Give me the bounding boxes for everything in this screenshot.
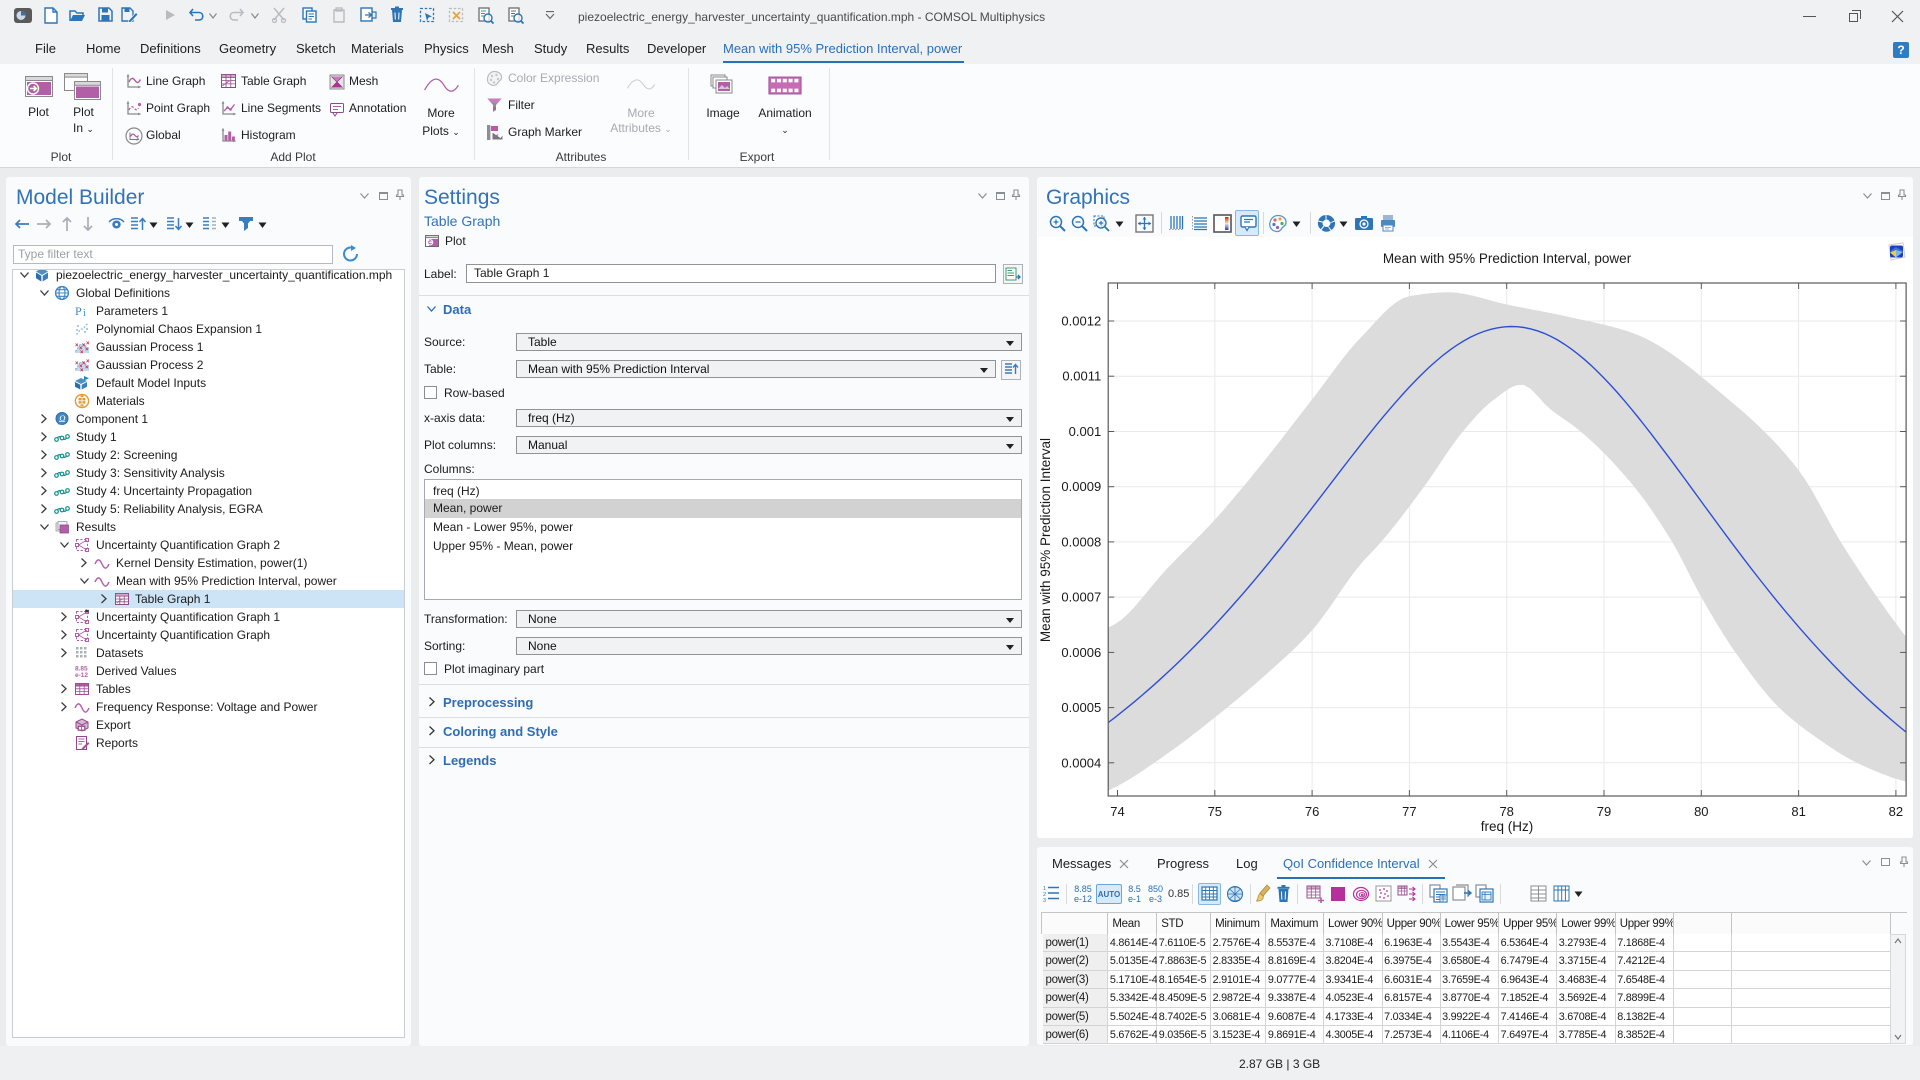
- svg-text:0.0011: 0.0011: [1062, 369, 1101, 384]
- svg-text:0.0005: 0.0005: [1061, 700, 1101, 715]
- svg-text:80: 80: [1694, 804, 1708, 819]
- svg-text:82: 82: [1889, 804, 1903, 819]
- svg-text:77: 77: [1402, 804, 1416, 819]
- svg-text:0.0009: 0.0009: [1061, 479, 1101, 494]
- svg-text:0.0006: 0.0006: [1061, 645, 1101, 660]
- svg-text:0.0004: 0.0004: [1061, 755, 1101, 770]
- svg-text:79: 79: [1597, 804, 1611, 819]
- svg-text:0.001: 0.001: [1069, 424, 1102, 439]
- svg-text:0.0012: 0.0012: [1061, 314, 1101, 329]
- svg-text:81: 81: [1791, 804, 1805, 819]
- svg-text:3: 3: [1043, 898, 1046, 902]
- svg-text:Mean with 95% Prediction Inter: Mean with 95% Prediction Interval: [1038, 438, 1053, 642]
- svg-text:0.0008: 0.0008: [1061, 534, 1101, 549]
- svg-text:74: 74: [1110, 804, 1124, 819]
- svg-text:75: 75: [1208, 804, 1222, 819]
- svg-text:0.0007: 0.0007: [1061, 590, 1101, 605]
- svg-text:76: 76: [1305, 804, 1319, 819]
- svg-text:Mean with 95% Prediction Inter: Mean with 95% Prediction Interval, power: [1383, 251, 1632, 266]
- svg-text:freq (Hz): freq (Hz): [1481, 819, 1534, 834]
- svg-text:78: 78: [1499, 804, 1513, 819]
